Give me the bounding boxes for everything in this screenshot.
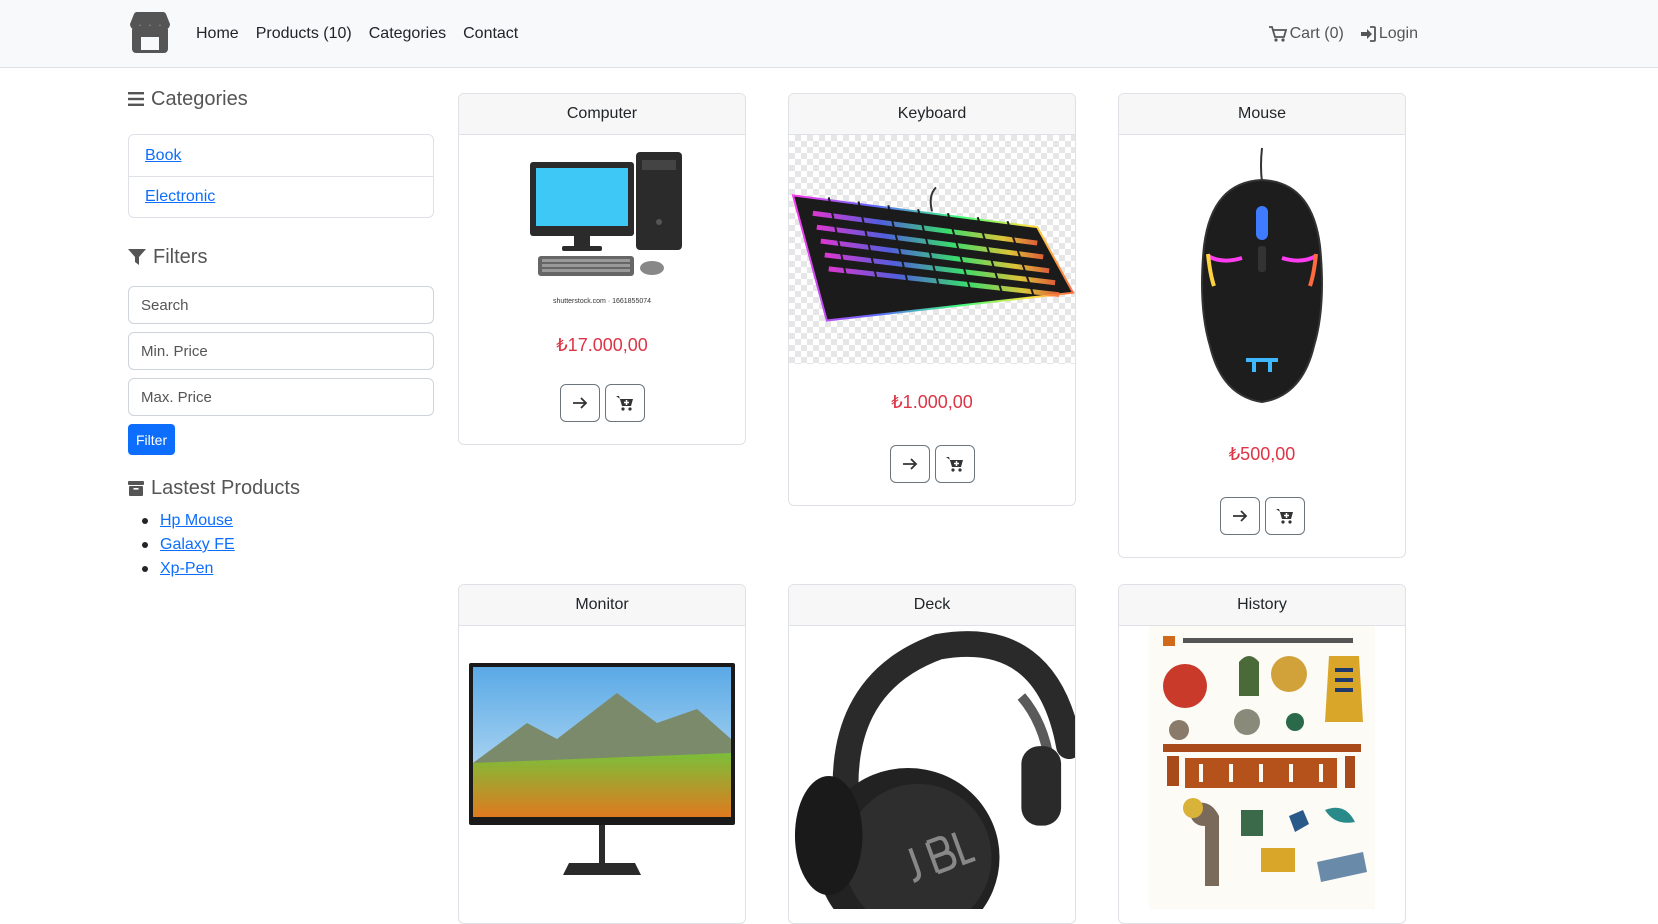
latest-item: Xp-Pen (128, 557, 434, 581)
add-to-cart-button[interactable] (604, 384, 645, 422)
search-input[interactable] (128, 286, 434, 324)
nav-categories[interactable]: Categories (369, 25, 446, 43)
image-caption: shutterstock.com · 1661855074 (552, 297, 652, 305)
view-details-button[interactable] (889, 445, 930, 483)
product-title: Computer (459, 94, 745, 135)
view-details-button[interactable] (559, 384, 600, 422)
product-card-mouse: Mouse ₺500,00 (1118, 93, 1406, 558)
latest-link-xp-pen[interactable]: Xp-Pen (160, 560, 213, 578)
categories-heading-text: Categories (151, 87, 248, 110)
categories-heading: Categories (128, 84, 434, 114)
login-label: Login (1378, 25, 1418, 42)
bars-icon (128, 92, 144, 106)
product-actions (789, 445, 1075, 483)
cart-plus-icon (1275, 509, 1293, 524)
add-to-cart-button[interactable] (934, 445, 975, 483)
cart-label: Cart (0) (1289, 25, 1344, 42)
sidebar: Categories Book Electronic Filters Filte… (128, 84, 434, 581)
min-price-input[interactable] (128, 332, 434, 370)
product-card-history: History (1118, 584, 1406, 924)
product-price: ₺1.000,00 (891, 392, 973, 412)
sign-in-icon (1360, 26, 1376, 42)
nav-right: Cart (0) Login (1268, 0, 1418, 68)
category-item-book: Book (129, 135, 433, 176)
filters-heading-text: Filters (153, 245, 208, 268)
category-item-electronic: Electronic (129, 176, 433, 217)
monitor-image (469, 662, 735, 875)
product-actions (459, 384, 745, 422)
product-image-deck[interactable] (789, 626, 1075, 909)
computer-image (530, 151, 682, 276)
mouse-image (1201, 147, 1323, 403)
product-card-computer: Computer shutterstock.com · 1661855074 ₺… (458, 93, 746, 445)
headphones-image (794, 631, 1075, 909)
latest-link-hp-mouse[interactable]: Hp Mouse (160, 512, 233, 530)
nav-contact[interactable]: Contact (463, 25, 518, 43)
nav-links: Home Products (10) Categories Contact (196, 0, 518, 68)
add-to-cart-button[interactable] (1264, 497, 1305, 535)
product-price: ₺17.000,00 (556, 335, 648, 355)
product-title: Keyboard (789, 94, 1075, 135)
product-image-mouse[interactable] (1119, 135, 1405, 418)
arrow-right-icon (902, 458, 917, 470)
max-price-input[interactable] (128, 378, 434, 416)
nav-home[interactable]: Home (196, 25, 239, 43)
cart-plus-icon (615, 396, 633, 411)
cart-link[interactable]: Cart (0) (1268, 25, 1344, 43)
latest-link-galaxy-fe[interactable]: Galaxy FE (160, 536, 235, 554)
filter-button[interactable]: Filter (128, 424, 176, 455)
product-title: History (1119, 585, 1405, 626)
nav-products[interactable]: Products (10) (256, 25, 352, 43)
category-list: Book Electronic (128, 134, 434, 218)
box-icon (128, 480, 144, 496)
filter-icon (128, 249, 146, 265)
product-price: ₺500,00 (1228, 444, 1296, 464)
latest-heading-text: Lastest Products (151, 476, 300, 499)
keyboard-image (791, 186, 1075, 322)
view-details-button[interactable] (1219, 497, 1260, 535)
navbar: Home Products (10) Categories Contact Ca… (0, 0, 1658, 68)
filters-heading: Filters (128, 242, 434, 272)
product-image-keyboard[interactable] (789, 135, 1075, 364)
product-title: Monitor (459, 585, 745, 626)
product-image-computer[interactable]: shutterstock.com · 1661855074 (459, 135, 745, 321)
product-title: Mouse (1119, 94, 1405, 135)
product-card-monitor: Monitor (458, 584, 746, 924)
product-image-monitor[interactable] (459, 626, 745, 909)
category-link-electronic[interactable]: Electronic (145, 188, 215, 206)
product-card-deck: Deck (788, 584, 1076, 924)
product-image-history[interactable] (1119, 626, 1405, 909)
latest-products-list: Hp Mouse Galaxy FE Xp-Pen (128, 509, 434, 581)
cart-plus-icon (945, 457, 963, 472)
category-link-book[interactable]: Book (145, 147, 181, 165)
product-actions (1119, 497, 1405, 535)
product-title: Deck (789, 585, 1075, 626)
arrow-right-icon (1232, 510, 1247, 522)
login-link[interactable]: Login (1360, 25, 1418, 43)
latest-heading: Lastest Products (128, 473, 434, 503)
arrow-right-icon (572, 397, 587, 409)
store-icon[interactable] (128, 12, 172, 54)
product-card-keyboard: Keyboard ₺1.000,00 (788, 93, 1076, 506)
latest-item: Hp Mouse (128, 509, 434, 533)
latest-item: Galaxy FE (128, 533, 434, 557)
history-book-image (1149, 626, 1375, 909)
cart-icon (1268, 26, 1287, 42)
